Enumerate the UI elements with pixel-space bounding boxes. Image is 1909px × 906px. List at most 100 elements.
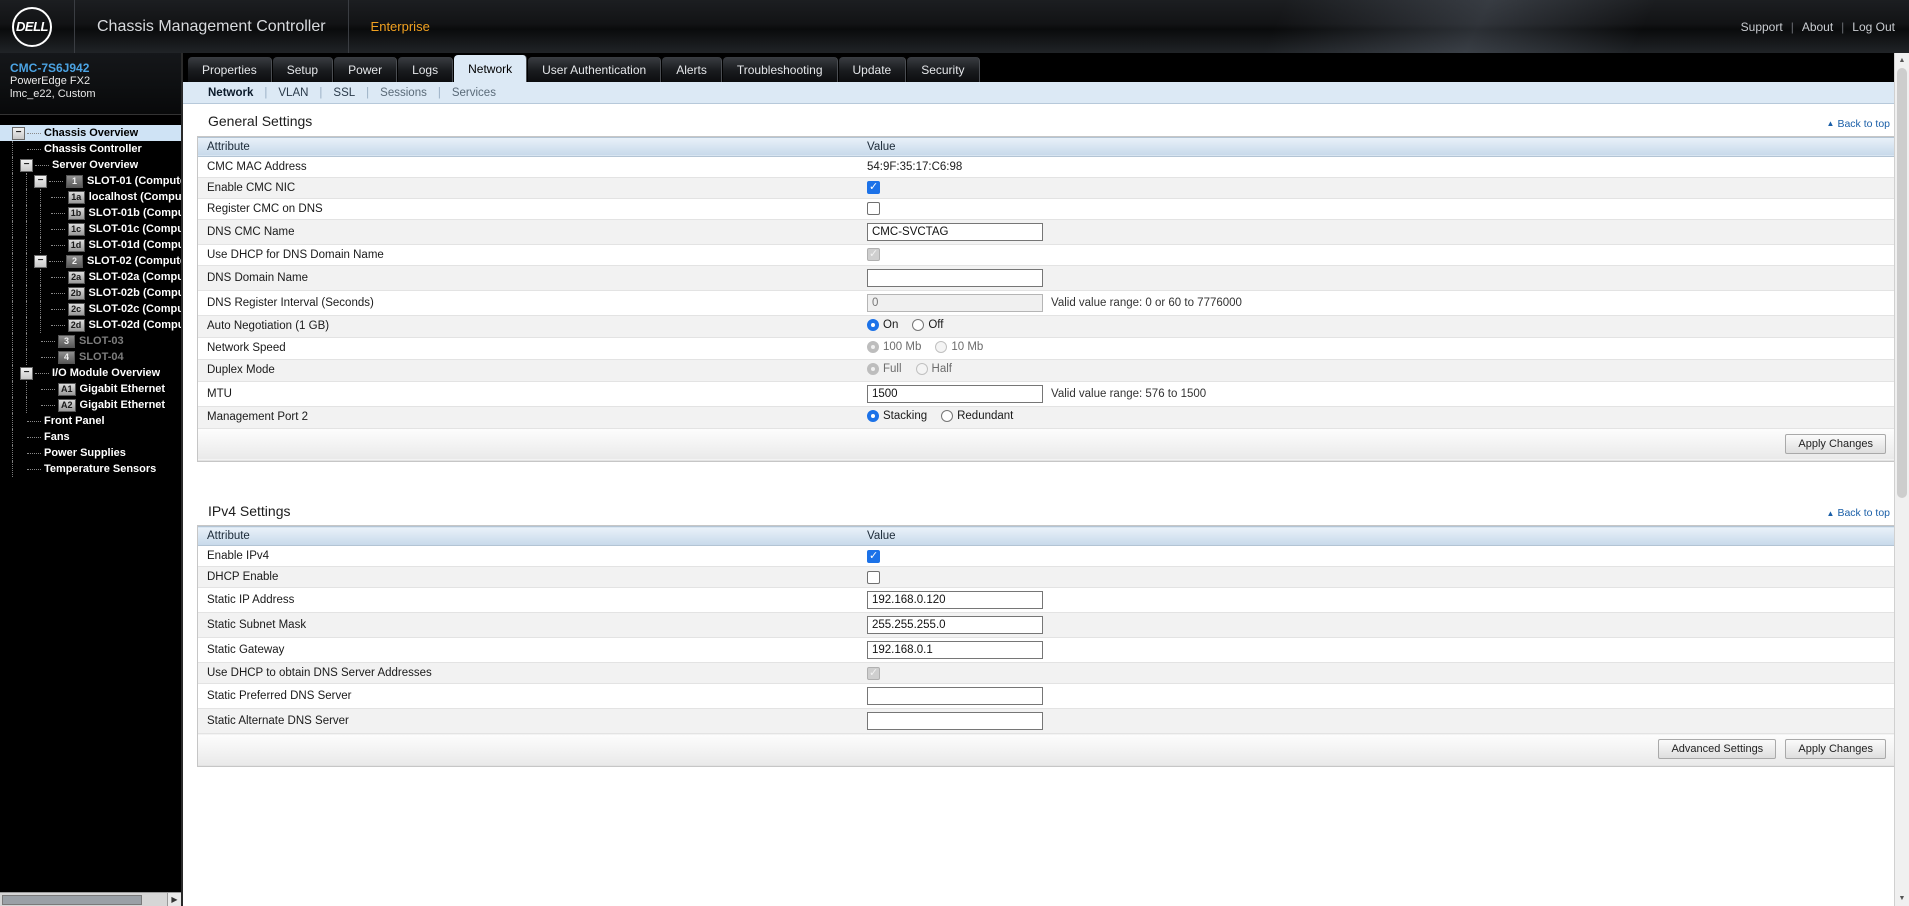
tree-item-temperature-sensors[interactable]: Temperature Sensors (0, 461, 181, 477)
tree-dotted-connector (50, 196, 65, 198)
tree-item-slot-01b-compute-sled-[interactable]: 1bSLOT-01b (Compute Sled) (0, 205, 181, 221)
tree-item-power-supplies[interactable]: Power Supplies (0, 445, 181, 461)
tree-item-i-o-module-overview[interactable]: − I/O Module Overview (0, 365, 181, 381)
chassis-tree: − Chassis Overview Chassis Controller − Serv… (0, 115, 181, 477)
tree-guide-line (12, 333, 13, 349)
tree-item-chassis-controller[interactable]: Chassis Controller (0, 141, 181, 157)
tree-item-slot-02c-compute-sled-[interactable]: 2cSLOT-02c (Compute Sled) (0, 301, 181, 317)
value-cell (858, 708, 1894, 734)
tree-item-front-panel[interactable]: Front Panel (0, 413, 181, 429)
enable-ipv4-checkbox[interactable] (867, 549, 880, 563)
tree-collapse-icon[interactable]: − (20, 366, 33, 380)
tree-collapse-icon[interactable]: − (12, 126, 25, 140)
tree-dotted-connector (27, 132, 41, 134)
slot-badge: 2d (67, 318, 85, 332)
tab-power[interactable]: Power (334, 57, 398, 82)
tree-item-slot-01c-compute-sled-[interactable]: 1cSLOT-01c (Compute Sled) (0, 221, 181, 237)
page-scrollbar-thumb[interactable] (1897, 68, 1907, 498)
sidebar-horizontal-scrollbar[interactable]: ▶ (0, 892, 181, 906)
tree-item-slot-03[interactable]: 3 SLOT-03 (0, 333, 181, 349)
management-port-2-radio-stacking[interactable] (867, 409, 879, 422)
subtab-vlan[interactable]: VLAN (267, 87, 319, 99)
tree-item-slot-02a-compute-sled-[interactable]: 2aSLOT-02a (Compute Sled) (0, 269, 181, 285)
tree-item-slot-01-compute-sled-[interactable]: − 1 SLOT-01 (Compute Sled) (0, 173, 181, 189)
tab-network[interactable]: Network (454, 55, 528, 82)
slot-badge: 1a (67, 190, 85, 204)
tree-dotted-connector (27, 436, 41, 438)
tree-item-label: Front Panel (44, 415, 105, 427)
tree-item-localhost-compute-sled-[interactable]: 1alocalhost (Compute Sled) (0, 189, 181, 205)
static-subnet-mask-input[interactable] (867, 616, 1043, 634)
about-link[interactable]: About (1802, 20, 1833, 34)
tree-item-fans[interactable]: Fans (0, 429, 181, 445)
support-link[interactable]: Support (1741, 20, 1783, 34)
apply-changes-button-ipv4[interactable]: Apply Changes (1785, 739, 1886, 759)
tab-update[interactable]: Update (838, 57, 907, 82)
logout-link[interactable]: Log Out (1852, 20, 1895, 34)
tab-setup[interactable]: Setup (272, 57, 334, 82)
tab-logs[interactable]: Logs (398, 57, 454, 82)
management-port-2-radio-redundant[interactable] (941, 409, 954, 422)
dns-domain-name-input[interactable] (867, 268, 1043, 287)
subtab-sessions[interactable]: Sessions (369, 87, 438, 99)
attribute-label: Management Port 2 (198, 406, 858, 429)
static-preferred-dns-server-input[interactable] (867, 687, 1043, 705)
static-alternate-dns-server-input[interactable] (867, 712, 1043, 730)
tab-alerts[interactable]: Alerts (662, 57, 722, 82)
dell-logo-icon: DELL (12, 6, 52, 47)
tree-dotted-connector (35, 372, 49, 374)
tab-label: Security (921, 62, 965, 77)
tree-guide-line (12, 237, 13, 253)
tree-dotted-connector (50, 228, 65, 230)
subtab-network[interactable]: Network (197, 87, 264, 99)
attribute-label: Static Preferred DNS Server (198, 683, 858, 709)
register-cmc-on-dns-checkbox[interactable] (867, 202, 880, 215)
settings-row: Static IP Address (198, 587, 1894, 613)
auto-negotiation-1-gb-radio-on[interactable] (867, 318, 879, 331)
apply-changes-button-general[interactable]: Apply Changes (1785, 433, 1886, 454)
scroll-right-arrow-icon[interactable]: ▶ (167, 892, 181, 906)
value-cell: 54:9F:35:17:C6:98 (858, 156, 1894, 178)
sidebar-scrollbar-thumb[interactable] (2, 894, 142, 905)
page-vertical-scrollbar[interactable]: ▲ ▼ (1894, 53, 1909, 906)
dhcp-enable-checkbox[interactable] (867, 570, 880, 584)
static-gateway-input[interactable] (867, 641, 1043, 659)
settings-row: DNS Register Interval (Seconds) Valid val… (198, 290, 1894, 316)
tree-item-chassis-overview[interactable]: − Chassis Overview (0, 125, 181, 141)
static-ip-address-input[interactable] (867, 591, 1043, 609)
subtab-ssl[interactable]: SSL (322, 87, 366, 99)
auto-negotiation-1-gb-radio-off[interactable] (912, 318, 925, 331)
tree-dotted-connector (50, 324, 65, 326)
value-cell (858, 265, 1894, 291)
tab-label: Alerts (676, 62, 707, 77)
tree-item-gigabit-ethernet[interactable]: A2 Gigabit Ethernet (0, 397, 181, 413)
tab-troubleshooting[interactable]: Troubleshooting (722, 57, 838, 82)
tree-item-slot-02b-compute-sled-[interactable]: 2bSLOT-02b (Compute Sled) (0, 285, 181, 301)
value-cell (858, 545, 1894, 567)
tree-item-slot-04[interactable]: 4 SLOT-04 (0, 349, 181, 365)
tab-security[interactable]: Security (907, 57, 980, 82)
dns-cmc-name-input[interactable] (867, 222, 1043, 241)
scroll-down-arrow-icon[interactable]: ▼ (1895, 891, 1909, 906)
subtab-services[interactable]: Services (441, 87, 507, 99)
scroll-up-arrow-icon[interactable]: ▲ (1895, 53, 1909, 68)
tree-guide-line (12, 269, 13, 285)
back-to-top-general[interactable]: ▲ Back to top (1827, 118, 1890, 130)
tree-item-server-overview[interactable]: − Server Overview (0, 157, 181, 173)
tab-properties[interactable]: Properties (188, 57, 272, 82)
enable-cmc-nic-checkbox[interactable] (867, 180, 880, 194)
tree-collapse-icon[interactable]: − (20, 158, 33, 172)
back-to-top-ipv4[interactable]: ▲ Back to top (1827, 507, 1890, 519)
tree-collapse-icon[interactable]: − (34, 174, 47, 188)
tree-item-slot-01d-compute-sled-[interactable]: 1dSLOT-01d (Compute Sled) (0, 237, 181, 253)
tree-item-label: SLOT-02b (Compute Sled) (88, 287, 181, 299)
app-title: Chassis Management Controller (97, 17, 326, 35)
duplex-mode-radio-group: Full Half (867, 362, 962, 375)
tab-user-authentication[interactable]: User Authentication (528, 57, 662, 82)
mtu-input[interactable] (867, 384, 1043, 403)
tree-item-slot-02-compute-sled-[interactable]: − 2 SLOT-02 (Compute Sled) (0, 253, 181, 269)
advanced-settings-button[interactable]: Advanced Settings (1658, 739, 1777, 759)
tree-collapse-icon[interactable]: − (34, 254, 47, 268)
tree-item-gigabit-ethernet[interactable]: A1 Gigabit Ethernet (0, 381, 181, 397)
tree-item-slot-02d-compute-sled-[interactable]: 2dSLOT-02d (Compute Sled) (0, 317, 181, 333)
